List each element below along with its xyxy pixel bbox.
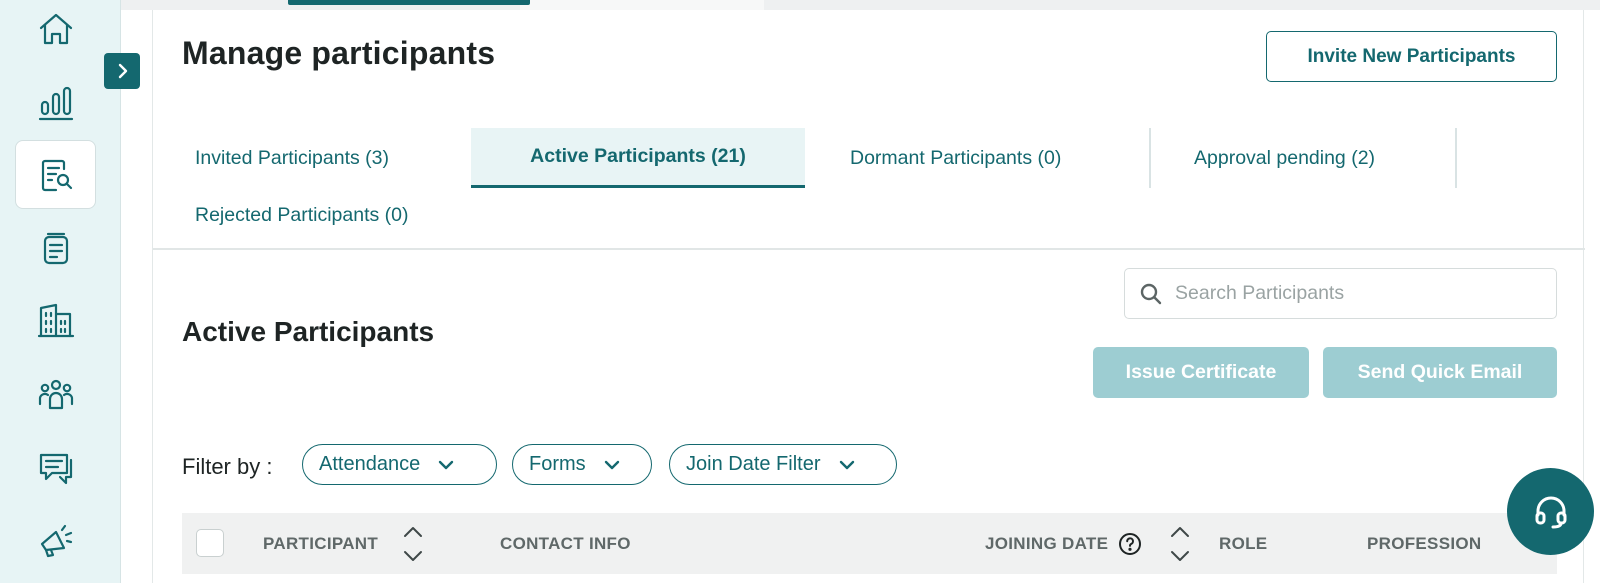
filter-join-date[interactable]: Join Date Filter [669,444,897,485]
page-title: Manage participants [182,35,496,71]
filter-join-date-label: Join Date Filter [686,453,821,475]
chevron-down-icon [604,460,619,469]
sidebar-item-messages[interactable] [15,432,96,501]
top-strip-segment [520,0,764,10]
search-input[interactable] [1175,282,1535,305]
column-role: ROLE [1219,533,1268,553]
top-nav-active-indicator [288,0,530,5]
sort-participant-icon[interactable] [400,523,426,565]
tab-dormant-participants[interactable]: Dormant Participants (0) [850,128,1150,188]
table-header: PARTICIPANT CONTACT INFO JOINING DATE RO… [182,513,1557,574]
buildings-icon [37,303,74,337]
megaphone-icon [40,524,72,557]
column-joining-date-label: JOINING DATE [985,533,1109,553]
tab-approval-pending[interactable]: Approval pending (2) [1194,128,1454,188]
search-box [1124,268,1557,319]
chevron-right-icon [118,63,128,79]
sidebar-item-announcements[interactable] [15,505,96,574]
help-circle-icon[interactable] [1118,532,1142,556]
main-content: Manage participants Invite New Participa… [152,10,1585,583]
sidebar [0,0,121,583]
column-joining-date: JOINING DATE [985,513,1142,574]
select-all-checkbox[interactable] [196,529,224,557]
tab-separator [1455,128,1457,188]
section-title: Active Participants [182,316,435,347]
sidebar-expand-button[interactable] [104,53,140,89]
sidebar-item-documents[interactable] [15,140,96,209]
sidebar-item-people[interactable] [15,359,96,428]
participant-tabs: Invited Participants (3) Active Particip… [153,120,1585,250]
search-icon [1140,283,1162,304]
column-profession: PROFESSION [1367,533,1482,553]
sort-joining-date-icon[interactable] [1167,523,1193,565]
people-group-icon [38,379,73,409]
analytics-bars-icon [38,86,73,120]
support-chat-button[interactable] [1507,468,1594,555]
sidebar-item-home[interactable] [15,0,96,63]
top-strip [0,0,1600,10]
column-contact-info: CONTACT INFO [500,533,631,553]
document-search-icon [41,159,72,191]
home-icon [39,13,72,44]
chevron-down-icon [839,460,854,469]
sidebar-item-notebook[interactable] [15,213,96,282]
filter-attendance[interactable]: Attendance [302,444,497,485]
column-participant: PARTICIPANT [263,533,379,553]
chat-messages-icon [39,453,72,484]
tab-active-participants[interactable]: Active Participants (21) [471,128,805,188]
sidebar-item-organizations[interactable] [15,286,96,355]
notebook-icon [43,232,68,264]
tab-invited-participants[interactable]: Invited Participants (3) [195,128,475,188]
issue-certificate-button[interactable]: Issue Certificate [1093,347,1309,398]
filter-attendance-label: Attendance [319,453,421,475]
filter-forms[interactable]: Forms [512,444,652,485]
send-quick-email-button[interactable]: Send Quick Email [1323,347,1557,398]
sidebar-item-analytics[interactable] [15,67,96,136]
tab-separator [1149,128,1151,188]
filter-label: Filter by : [182,454,273,479]
filter-forms-label: Forms [529,453,586,475]
invite-new-participants-button[interactable]: Invite New Participants [1266,31,1557,82]
tab-rejected-participants[interactable]: Rejected Participants (0) [195,185,495,245]
chevron-down-icon [439,460,454,469]
headset-icon [1535,496,1566,528]
